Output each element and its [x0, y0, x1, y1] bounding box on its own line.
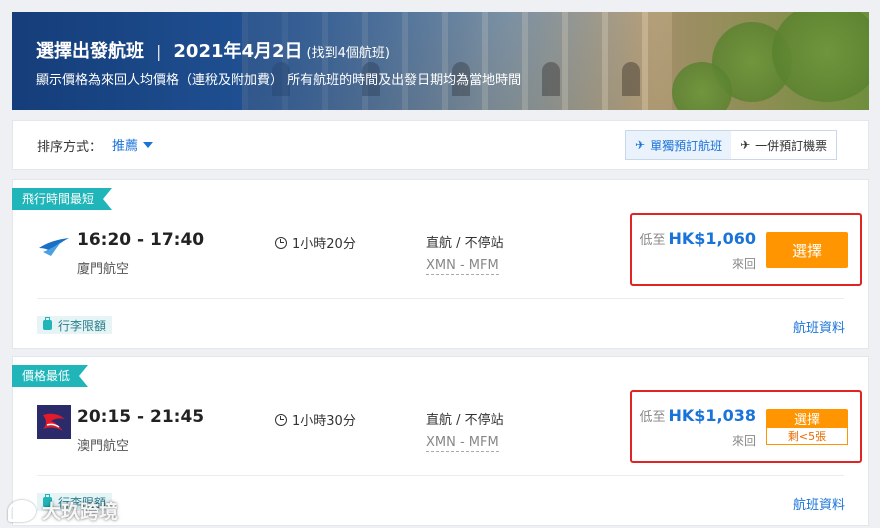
duration-text: 1小時30分 [292, 414, 356, 429]
booking-mode-toggle: ✈ 單獨預訂航班 ✈ 一併預訂機票 [625, 130, 838, 160]
luggage-icon [43, 317, 52, 330]
plane-icon: ✈ [740, 138, 751, 152]
flight-tag: 價格最低 [12, 365, 88, 387]
price-note: 顯示價格為來回人均價格（連稅及附加費） 所有航班的時間及出發日期均為當地時間 [36, 73, 522, 88]
air-macau-logo [37, 405, 71, 439]
flight-count: (找到4個航班) [306, 46, 390, 61]
flight-card: 飛行時間最短 16:20 - 17:40 廈門航空 1小時20分 直航 / 不停… [12, 179, 869, 349]
airline-name: 澳門航空 [77, 439, 130, 454]
clock-icon [275, 413, 287, 426]
airline-name: 廈門航空 [77, 262, 130, 277]
select-flight-button[interactable]: 選擇 [766, 232, 848, 268]
flight-card: 價格最低 20:15 - 21:45 澳門航空 1小時30分 直航 / 不停站 … [12, 356, 869, 526]
select-flight-button[interactable]: 選擇 剩<5張 [766, 409, 848, 445]
price-prefix: 低至 [639, 410, 666, 425]
sort-label: 排序方式： [37, 140, 103, 155]
flight-times: 16:20 - 17:40 [77, 230, 205, 250]
stops-info: 直航 / 不停站 [426, 413, 504, 428]
header-banner: 選擇出發航班 | 2021年4月2日 (找到4個航班) 顯示價格為來回人均價格（連稅及… [12, 12, 869, 110]
price: 低至 HK$1,038 [639, 406, 756, 425]
price-value: HK$1,060 [668, 229, 756, 248]
xiamen-airlines-logo [39, 238, 69, 256]
book-single-flight-button[interactable]: ✈ 單獨預訂航班 [626, 131, 732, 159]
departure-date: 2021年4月2日 [173, 41, 303, 62]
select-label: 選擇 [766, 409, 848, 428]
price-subtext: 來回 [731, 257, 756, 271]
book-single-label: 單獨預訂航班 [650, 138, 723, 153]
flight-tag: 飛行時間最短 [12, 188, 112, 210]
price-prefix: 低至 [639, 233, 666, 248]
luggage-label: 行李限額 [58, 318, 107, 333]
flight-duration: 1小時30分 [275, 410, 356, 429]
route-info[interactable]: XMN - MFM [426, 258, 499, 275]
title-separator: | [156, 42, 162, 61]
flight-duration: 1小時20分 [275, 233, 356, 252]
plane-icon: ✈ [635, 138, 646, 152]
book-bundle-button[interactable]: ✈ 一併預訂機票 [731, 131, 837, 159]
divider [37, 298, 844, 299]
flight-times: 20:15 - 21:45 [77, 407, 205, 427]
sort-value: 推薦 [112, 139, 139, 154]
price-subtext: 來回 [731, 434, 756, 448]
seats-left-badge: 剩<5張 [766, 428, 848, 445]
route-info[interactable]: XMN - MFM [426, 435, 499, 452]
stops-info: 直航 / 不停站 [426, 236, 504, 251]
flight-info-link[interactable]: 航班資料 [793, 317, 845, 336]
watermark-logo-icon [8, 499, 36, 522]
page-title: 選擇出發航班 | 2021年4月2日 (找到4個航班) [36, 37, 390, 63]
sort-dropdown[interactable]: 推薦 [112, 135, 154, 154]
price-highlight-box: 低至 HK$1,060 來回 選擇 [630, 213, 862, 286]
duration-text: 1小時20分 [292, 237, 356, 252]
sort-bar: 排序方式： 推薦 ✈ 單獨預訂航班 ✈ 一併預訂機票 [12, 120, 869, 170]
title-text: 選擇出發航班 [36, 41, 144, 62]
watermark: 大玖跨境 [8, 497, 118, 524]
clock-icon [275, 236, 287, 249]
watermark-text: 大玖跨境 [42, 501, 119, 523]
price-value: HK$1,038 [668, 406, 756, 425]
divider [37, 475, 844, 476]
price-highlight-box: 低至 HK$1,038 來回 選擇 剩<5張 [630, 390, 862, 463]
luggage-allowance-badge[interactable]: 行李限額 [37, 316, 113, 334]
price: 低至 HK$1,060 [639, 229, 756, 248]
caret-down-icon [143, 142, 154, 148]
flight-info-link[interactable]: 航班資料 [793, 494, 845, 513]
book-bundle-label: 一併預訂機票 [755, 138, 828, 153]
